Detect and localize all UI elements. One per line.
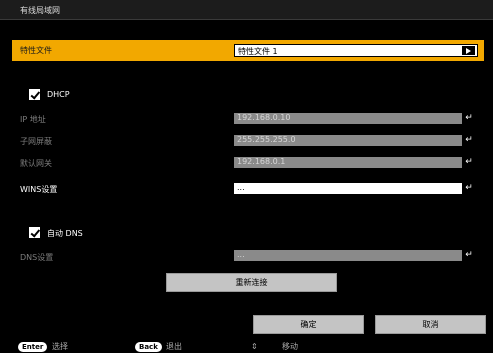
ip-address-field: 192.168.0.10 ↵ [234, 113, 476, 124]
subnet-mask-field: 255.255.255.0 ↵ [234, 135, 476, 146]
enter-icon: ↵ [462, 157, 476, 168]
enter-hint-text: 选择 [52, 342, 68, 351]
page-title: 有线局域网 [20, 6, 60, 15]
enter-icon: ↵ [462, 113, 476, 124]
wins-field[interactable]: ... ↵ [234, 183, 476, 194]
auto-dns-label: 自动 DNS [47, 229, 83, 238]
move-hint-text: 移动 [282, 342, 298, 351]
enter-icon[interactable]: ↵ [462, 183, 476, 194]
wins-label: WINS设置 [20, 185, 58, 194]
move-arrows-icon: ⇕ [251, 342, 258, 351]
enter-icon: ↵ [462, 250, 476, 261]
dhcp-checkbox[interactable] [29, 89, 40, 100]
ip-address-label: IP 地址 [20, 115, 46, 124]
subnet-mask-value: 255.255.255.0 [237, 135, 296, 144]
cancel-button[interactable]: 取消 [375, 315, 486, 334]
profile-value: 特性文件 1 [238, 47, 278, 56]
wired-lan-settings-screen: 有线局域网 特性文件 特性文件 1 DHCP IP 地址 192.168.0.1… [0, 0, 493, 353]
title-bar: 有线局域网 [0, 0, 493, 20]
play-icon[interactable] [462, 46, 475, 55]
enter-icon: ↵ [462, 135, 476, 146]
gateway-value: 192.168.0.1 [237, 157, 286, 166]
auto-dns-checkbox[interactable] [29, 227, 40, 238]
gateway-field: 192.168.0.1 ↵ [234, 157, 476, 168]
wins-value: ... [237, 183, 245, 192]
subnet-mask-label: 子网屏蔽 [20, 137, 52, 146]
dns-value: ... [237, 250, 245, 259]
ip-address-value: 192.168.0.10 [237, 113, 291, 122]
dns-field: ... ↵ [234, 250, 476, 261]
profile-label: 特性文件 [20, 46, 52, 55]
dns-label: DNS设置 [20, 253, 54, 262]
back-key-badge: Back [135, 342, 162, 352]
reconnect-button[interactable]: 重新连接 [166, 273, 337, 292]
enter-key-badge: Enter [18, 342, 48, 352]
gateway-label: 默认网关 [20, 159, 52, 168]
profile-select[interactable]: 特性文件 1 [234, 44, 478, 57]
profile-row[interactable]: 特性文件 特性文件 1 [12, 40, 484, 61]
ok-button[interactable]: 确定 [253, 315, 364, 334]
footer-hints: Enter 选择 Back 退出 ⇕ 移动 [0, 341, 493, 353]
dhcp-label: DHCP [47, 90, 70, 99]
back-hint-text: 退出 [166, 342, 182, 351]
